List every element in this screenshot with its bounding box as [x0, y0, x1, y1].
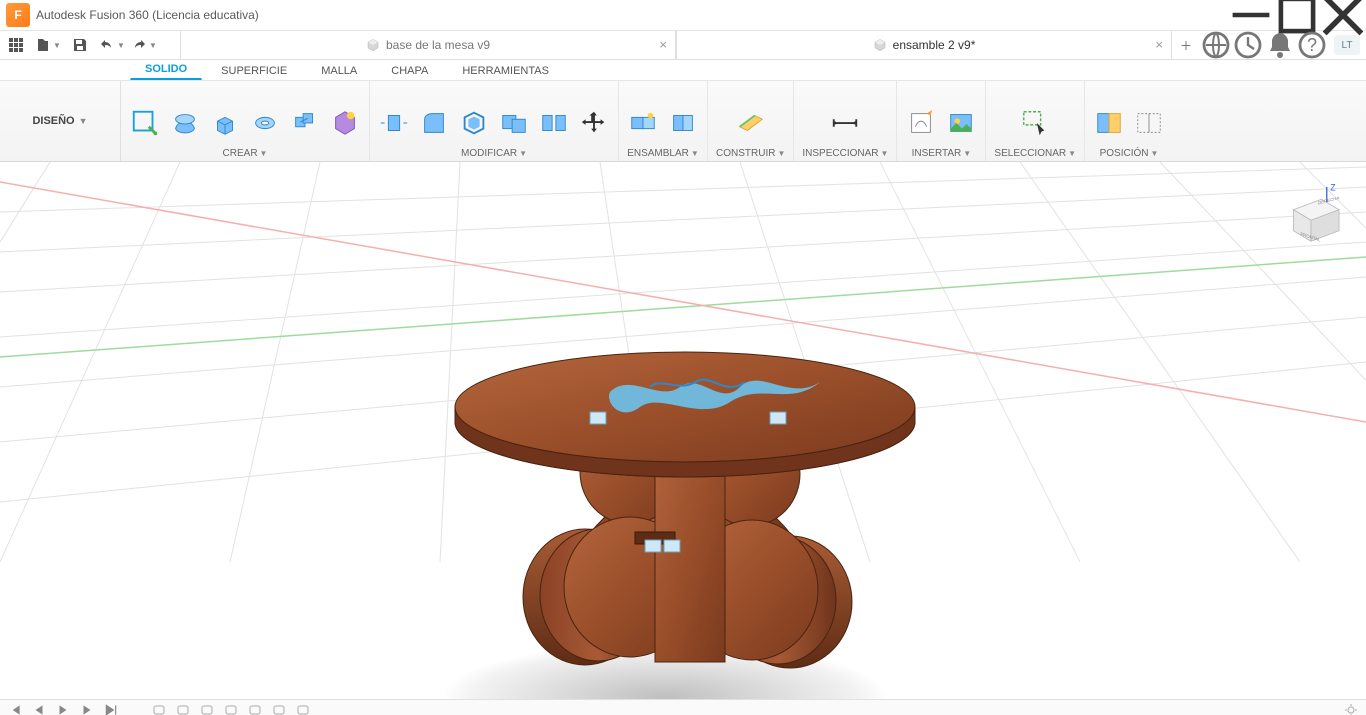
document-tab-label: ensamble 2 v9*	[893, 38, 976, 52]
timeline-feature[interactable]	[176, 703, 190, 715]
ribbon-group-label[interactable]: POSICIÓN▼	[1100, 148, 1159, 159]
create-component-button[interactable]	[289, 107, 321, 139]
notifications-button[interactable]	[1264, 31, 1296, 59]
joint-button[interactable]	[627, 107, 659, 139]
workspace-label: DISEÑO	[32, 115, 74, 127]
document-tab-label: base de la mesa v9	[386, 38, 490, 52]
ribbon-group-label[interactable]: SELECCIONAR▼	[994, 148, 1076, 159]
workspace-switcher[interactable]: DISEÑO▼	[0, 81, 121, 161]
fillet-button[interactable]	[418, 107, 450, 139]
file-menu-button[interactable]: ▼	[32, 31, 64, 59]
timeline-feature[interactable]	[248, 703, 262, 715]
ribbon-group-label[interactable]: ENSAMBLAR▼	[627, 148, 699, 159]
window-close-button[interactable]	[1320, 0, 1366, 30]
as-built-joint-button[interactable]	[667, 107, 699, 139]
window-titlebar: F Autodesk Fusion 360 (Licencia educativ…	[0, 0, 1366, 31]
data-panel-button[interactable]	[0, 31, 32, 59]
revolve-button[interactable]	[249, 107, 281, 139]
window-minimize-button[interactable]	[1228, 0, 1274, 30]
close-tab-button[interactable]: ×	[659, 37, 667, 52]
extrude-button[interactable]	[209, 107, 241, 139]
ribbon-group-ensamblar: ENSAMBLAR▼	[619, 81, 708, 161]
ribbon-tab-chapa[interactable]: CHAPA	[376, 61, 443, 80]
ribbon-group-label[interactable]: MODIFICAR▼	[461, 148, 527, 159]
construction-plane-button[interactable]	[735, 107, 767, 139]
timeline-bar	[0, 699, 1366, 715]
document-tab[interactable]: ensamble 2 v9* ×	[676, 31, 1172, 59]
shell-button[interactable]	[458, 107, 490, 139]
select-button[interactable]	[1019, 107, 1051, 139]
ribbon-group-label[interactable]: CONSTRUIR▼	[716, 148, 785, 159]
create-form-button[interactable]	[169, 107, 201, 139]
save-button[interactable]	[64, 31, 96, 59]
timeline-next-button[interactable]	[80, 703, 94, 715]
ribbon-toolbar: DISEÑO▼ CREAR▼ MODIFICAR▼ ENSA	[0, 81, 1366, 162]
timeline-start-button[interactable]	[8, 703, 22, 715]
axis-z-label: Z	[1330, 183, 1336, 193]
app-icon: F	[6, 3, 30, 27]
ribbon-group-seleccionar: SELECCIONAR▼	[986, 81, 1085, 161]
ribbon-group-posicion: POSICIÓN▼	[1085, 81, 1173, 161]
timeline-feature[interactable]	[272, 703, 286, 715]
help-button[interactable]: ?	[1296, 31, 1328, 59]
document-tabs: base de la mesa v9 × ensamble 2 v9* × ＋	[180, 31, 1200, 59]
window-title: Autodesk Fusion 360 (Licencia educativa)	[36, 8, 259, 22]
capture-position-button[interactable]	[1093, 107, 1125, 139]
ribbon-group-label[interactable]: CREAR▼	[223, 148, 268, 159]
quick-access-toolbar: ▼ ▼ ▼ base de la mesa v9 × ensamble 2 v9…	[0, 31, 1366, 60]
ribbon-group-construir: CONSTRUIR▼	[708, 81, 794, 161]
combine-button[interactable]	[498, 107, 530, 139]
user-avatar[interactable]: LT	[1334, 35, 1360, 55]
redo-button[interactable]: ▼	[128, 31, 160, 59]
generative-design-button[interactable]	[329, 107, 361, 139]
undo-button[interactable]: ▼	[96, 31, 128, 59]
ribbon-tab-superficie[interactable]: SUPERFICIE	[206, 61, 302, 80]
ribbon-group-insertar: INSERTAR▼	[897, 81, 986, 161]
move-button[interactable]	[578, 107, 610, 139]
viewcube[interactable]: Z FRONTAL DERECHA	[1276, 180, 1346, 250]
ribbon-group-modificar: MODIFICAR▼	[370, 81, 619, 161]
extensions-button[interactable]	[1200, 31, 1232, 59]
ribbon-group-inspeccionar: INSPECCIONAR▼	[794, 81, 897, 161]
insert-derive-button[interactable]	[905, 107, 937, 139]
viewport-3d[interactable]: Z FRONTAL DERECHA	[0, 162, 1366, 699]
timeline-feature[interactable]	[296, 703, 310, 715]
press-pull-button[interactable]	[378, 107, 410, 139]
timeline-settings-button[interactable]	[1344, 703, 1358, 715]
timeline-feature[interactable]	[224, 703, 238, 715]
ribbon-tab-herramientas[interactable]: HERRAMIENTAS	[447, 61, 564, 80]
ribbon-group-crear: CREAR▼	[121, 81, 370, 161]
model-table[interactable]	[440, 252, 920, 682]
ribbon-tab-solido[interactable]: SOLIDO	[130, 59, 202, 80]
svg-text:?: ?	[1307, 35, 1317, 55]
timeline-feature[interactable]	[200, 703, 214, 715]
ribbon-group-label[interactable]: INSPECCIONAR▼	[802, 148, 888, 159]
ribbon-tabs: SOLIDO SUPERFICIE MALLA CHAPA HERRAMIENT…	[0, 60, 1366, 81]
measure-button[interactable]	[829, 107, 861, 139]
job-status-button[interactable]	[1232, 31, 1264, 59]
revert-position-button[interactable]	[1133, 107, 1165, 139]
create-sketch-button[interactable]	[129, 107, 161, 139]
window-maximize-button[interactable]	[1274, 0, 1320, 30]
timeline-prev-button[interactable]	[32, 703, 46, 715]
insert-decal-button[interactable]	[945, 107, 977, 139]
ribbon-tab-malla[interactable]: MALLA	[306, 61, 372, 80]
close-tab-button[interactable]: ×	[1155, 37, 1163, 52]
split-button[interactable]	[538, 107, 570, 139]
timeline-feature[interactable]	[152, 703, 166, 715]
document-tab[interactable]: base de la mesa v9 ×	[180, 31, 676, 59]
timeline-play-button[interactable]	[56, 703, 70, 715]
timeline-end-button[interactable]	[104, 703, 118, 715]
new-tab-button[interactable]: ＋	[1172, 31, 1200, 59]
ribbon-group-label[interactable]: INSERTAR▼	[912, 148, 972, 159]
